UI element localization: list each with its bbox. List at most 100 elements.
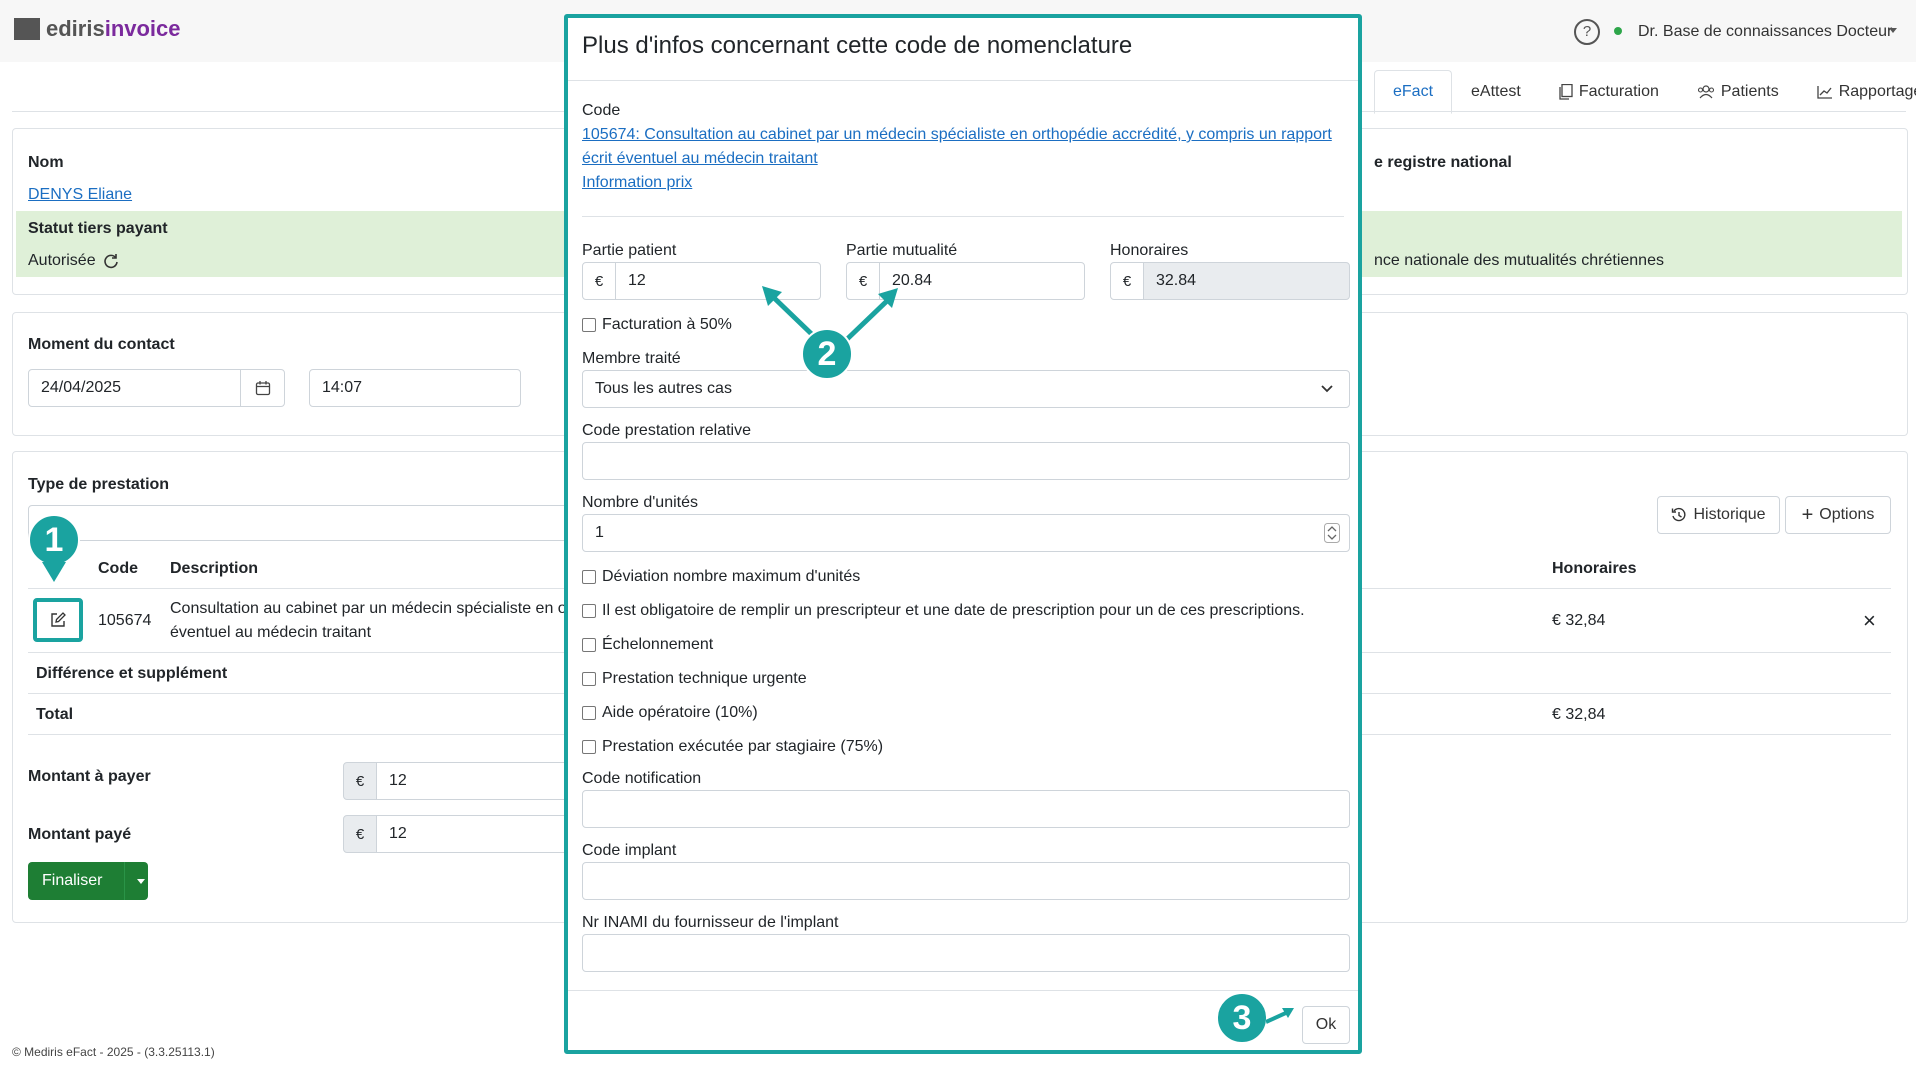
- checkbox-label: Aide opératoire (10%): [602, 704, 758, 721]
- logo-text-accent: invoice: [104, 16, 181, 41]
- logo-text: ediris: [46, 16, 105, 41]
- row-code: 105674: [98, 612, 152, 629]
- units-input[interactable]: 1: [582, 514, 1350, 552]
- nomenclature-info-modal: Plus d'infos concernant cette code de no…: [564, 14, 1362, 1054]
- plus-icon: +: [1801, 504, 1814, 526]
- col-code-header: Code: [98, 560, 138, 577]
- tab-label: Facturation: [1578, 83, 1659, 100]
- chevron-down-icon[interactable]: [1320, 384, 1334, 394]
- tiers-payant-status: Autorisée: [28, 252, 120, 270]
- remove-row-icon[interactable]: ×: [1863, 608, 1876, 634]
- tab-label: eAttest: [1471, 83, 1521, 100]
- aide-operatoire-checkbox[interactable]: Aide opératoire (10%): [582, 704, 758, 722]
- tiers-payant-label: Statut tiers payant: [28, 220, 168, 237]
- checkbox-box[interactable]: [582, 706, 596, 720]
- checkbox-box[interactable]: [582, 638, 596, 652]
- tab-label: eFact: [1393, 83, 1434, 100]
- history-icon: [1672, 507, 1686, 522]
- contact-time-input[interactable]: 14:07: [309, 369, 521, 407]
- online-status-icon: [1614, 27, 1622, 35]
- prescripteur-obligatoire-checkbox[interactable]: Il est obligatoire de remplir un prescri…: [582, 602, 1305, 620]
- edit-prestation-button[interactable]: [33, 598, 83, 642]
- honoraires-label: Honoraires: [1110, 242, 1189, 259]
- checkbox-box[interactable]: [582, 604, 596, 618]
- ok-button[interactable]: Ok: [1302, 1006, 1350, 1044]
- code-link-line2[interactable]: écrit éventuel au médecin traitant: [582, 150, 818, 168]
- marker-2: 2: [801, 328, 853, 380]
- spinner-icon[interactable]: [1324, 523, 1340, 543]
- tab-facturation[interactable]: Facturation: [1540, 70, 1678, 114]
- honoraires-input: 32.84: [1143, 262, 1350, 300]
- modal-header-divider: [568, 80, 1358, 81]
- caret-down-icon[interactable]: [137, 878, 145, 884]
- modal-footer-divider: [568, 990, 1358, 991]
- history-button[interactable]: Historique: [1657, 496, 1780, 534]
- split-divider: [124, 862, 125, 900]
- options-button[interactable]: + Options: [1785, 496, 1891, 534]
- prestation-type-label: Type de prestation: [28, 476, 170, 493]
- amount-due-label: Montant à payer: [28, 768, 151, 785]
- price-info-link[interactable]: Information prix: [582, 174, 692, 192]
- col-honoraires-header: Honoraires: [1552, 560, 1637, 577]
- row-description-line2: éventuel au médecin traitant: [170, 624, 372, 641]
- facturation-50-checkbox[interactable]: Facturation à 50%: [582, 316, 732, 334]
- implant-code-label: Code implant: [582, 842, 677, 859]
- contact-date-input[interactable]: 24/04/2025: [28, 369, 241, 407]
- calendar-button[interactable]: [240, 369, 285, 407]
- modal-title: Plus d'infos concernant cette code de no…: [582, 32, 1133, 59]
- echelonnement-checkbox[interactable]: Échelonnement: [582, 636, 713, 654]
- total-label: Total: [36, 706, 74, 723]
- inami-supplier-label: Nr INAMI du fournisseur de l'implant: [582, 914, 839, 931]
- user-menu[interactable]: Dr. Base de connaissances Docteur: [1638, 23, 1892, 41]
- calendar-icon: [255, 381, 270, 396]
- code-prestation-relative-input[interactable]: [582, 442, 1350, 480]
- membre-traite-label: Membre traité: [582, 350, 681, 367]
- tab-rapportage[interactable]: Rapportage: [1798, 70, 1916, 114]
- row-honoraires: € 32,84: [1552, 612, 1606, 629]
- finalize-button[interactable]: Finaliser: [28, 862, 148, 900]
- history-button-label: Historique: [1693, 506, 1766, 523]
- total-value: € 32,84: [1552, 706, 1606, 723]
- caret-down-icon[interactable]: [1889, 28, 1897, 33]
- notification-code-input[interactable]: [582, 790, 1350, 828]
- inami-supplier-input[interactable]: [582, 934, 1350, 972]
- membre-traite-select[interactable]: Tous les autres cas: [582, 370, 1350, 408]
- main-tabs: eFact eAttest Facturation Patients Rappo…: [1374, 70, 1916, 114]
- edit-icon: [51, 612, 66, 627]
- code-link-line1[interactable]: 105674: Consultation au cabinet par un m…: [582, 126, 1332, 144]
- partie-mutualite-label: Partie mutualité: [846, 242, 958, 259]
- code-label: Code: [582, 102, 621, 119]
- checkbox-box[interactable]: [582, 672, 596, 686]
- prestation-search-input[interactable]: [28, 505, 568, 541]
- checkbox-label: Déviation nombre maximum d'unités: [602, 568, 861, 585]
- checkbox-box[interactable]: [582, 318, 596, 332]
- tab-patients[interactable]: Patients: [1678, 70, 1798, 114]
- marker-3-arrow-icon: [1266, 1008, 1294, 1024]
- prestation-technique-urgente-checkbox[interactable]: Prestation technique urgente: [582, 670, 807, 688]
- footer-copyright: © Mediris eFact - 2025 - (3.3.25113.1): [12, 1045, 215, 1059]
- currency-addon: €: [343, 762, 377, 800]
- checkbox-label: Facturation à 50%: [602, 316, 732, 333]
- app-logo[interactable]: edirisinvoice: [14, 16, 181, 42]
- help-icon[interactable]: ?: [1574, 19, 1600, 45]
- national-register-label: e registre national: [1374, 154, 1512, 171]
- deviation-max-units-checkbox[interactable]: Déviation nombre maximum d'unités: [582, 568, 860, 586]
- amount-paid-input[interactable]: 12: [376, 815, 576, 853]
- notification-code-label: Code notification: [582, 770, 702, 787]
- refresh-icon[interactable]: [102, 252, 120, 270]
- tiers-payant-value: Autorisée: [28, 252, 96, 269]
- tab-eattest[interactable]: eAttest: [1452, 70, 1540, 114]
- chart-icon: [1817, 86, 1832, 99]
- tab-efact[interactable]: eFact: [1374, 70, 1453, 114]
- currency-addon: €: [582, 262, 616, 300]
- partie-mutualite-input[interactable]: 20.84: [879, 262, 1085, 300]
- amount-due-input[interactable]: 12: [376, 762, 576, 800]
- finalize-button-label: Finaliser: [42, 872, 103, 889]
- difference-supplement-label: Différence et supplément: [36, 665, 228, 682]
- checkbox-box[interactable]: [582, 740, 596, 754]
- implant-code-input[interactable]: [582, 862, 1350, 900]
- checkbox-box[interactable]: [582, 570, 596, 584]
- patient-name-link[interactable]: DENYS Eliane: [28, 186, 132, 204]
- stagiaire-checkbox[interactable]: Prestation exécutée par stagiaire (75%): [582, 738, 883, 756]
- row-description-line1: Consultation au cabinet par un médecin s…: [170, 600, 567, 617]
